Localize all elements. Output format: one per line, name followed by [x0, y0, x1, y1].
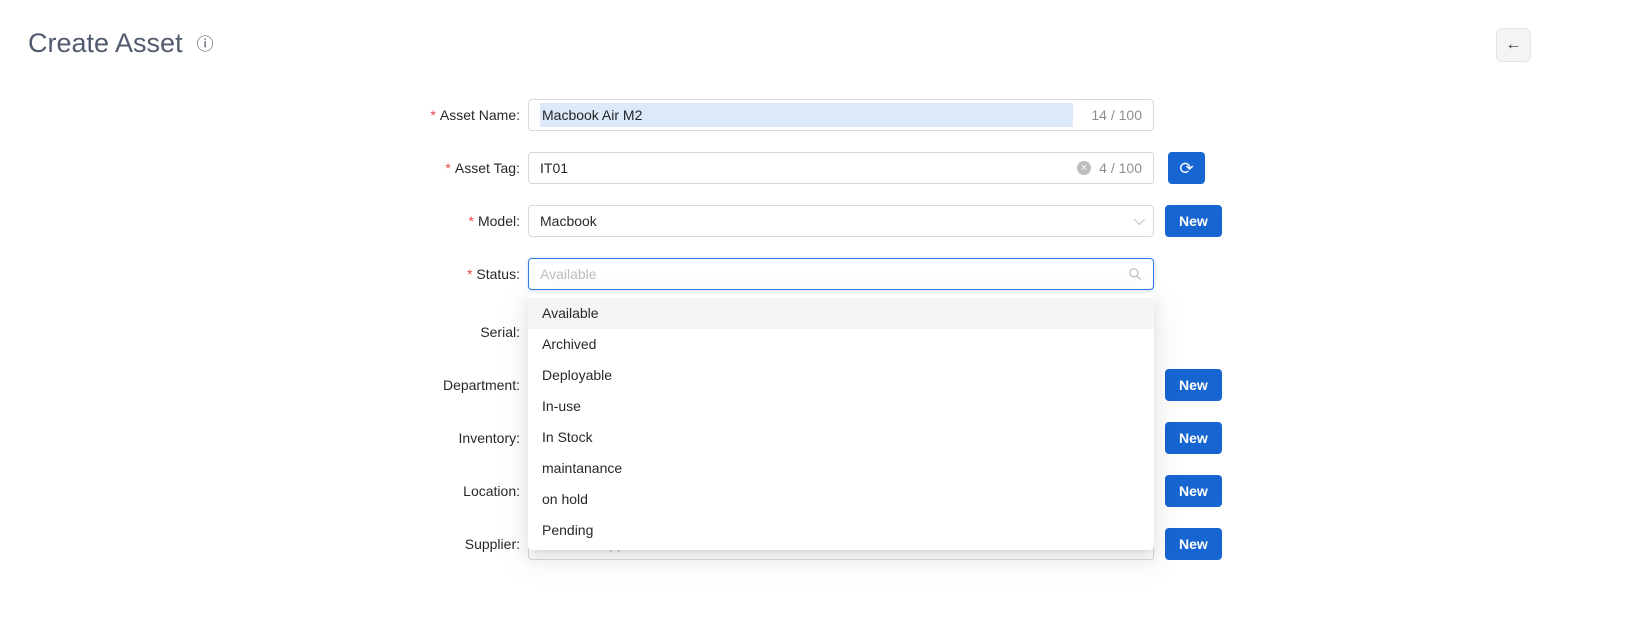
- status-option[interactable]: Deployable: [528, 360, 1154, 391]
- clear-icon[interactable]: ×: [1077, 161, 1091, 175]
- status-option[interactable]: In Stock: [528, 422, 1154, 453]
- asset-name-counter: 14 / 100: [1091, 107, 1142, 123]
- status-label-text: Status:: [476, 266, 520, 282]
- new-location-button[interactable]: New: [1165, 475, 1222, 507]
- status-option[interactable]: In-use: [528, 391, 1154, 422]
- status-placeholder: Available: [540, 266, 1120, 282]
- status-option[interactable]: Archived: [528, 329, 1154, 360]
- inventory-label: Inventory:: [0, 422, 520, 454]
- required-asterisk: *: [445, 160, 450, 176]
- department-label: Department:: [0, 369, 520, 401]
- model-row: *Model: Macbook New: [0, 205, 1649, 237]
- create-asset-page: Create Asset ⓘ ← * Asset Name: Macbook Ai…: [0, 0, 1649, 628]
- status-dropdown: Available Archived Deployable In-use In …: [528, 294, 1154, 550]
- supplier-label-text: Supplier:: [465, 536, 520, 552]
- supplier-label: Supplier:: [0, 528, 520, 560]
- status-option[interactable]: maintanance: [528, 453, 1154, 484]
- model-value: Macbook: [540, 213, 1126, 229]
- page-header: Create Asset ⓘ: [0, 0, 1649, 60]
- status-select[interactable]: Available: [528, 258, 1154, 290]
- asset-tag-counter: 4 / 100: [1099, 160, 1142, 176]
- asset-name-label: * Asset Name:: [0, 99, 520, 131]
- back-button[interactable]: ←: [1496, 28, 1531, 62]
- page-title: Create Asset: [28, 26, 183, 60]
- serial-label: Serial:: [0, 316, 520, 348]
- model-label-text: Model:: [478, 213, 520, 229]
- new-supplier-button[interactable]: New: [1165, 528, 1222, 560]
- asset-name-value: Macbook Air M2: [540, 103, 1073, 127]
- location-label-text: Location:: [463, 483, 520, 499]
- generate-asset-tag-button[interactable]: ⟳: [1168, 152, 1205, 184]
- status-option[interactable]: on hold: [528, 484, 1154, 515]
- search-icon: [1128, 267, 1142, 281]
- asset-name-row: * Asset Name: Macbook Air M2 14 / 100: [0, 99, 1649, 131]
- status-option[interactable]: Pending: [528, 515, 1154, 546]
- asset-tag-control: IT01 × 4 / 100: [528, 152, 1154, 184]
- asset-tag-label-text: Asset Tag:: [455, 160, 520, 176]
- status-control: Available Available Archived Deployable …: [528, 258, 1154, 290]
- asset-tag-value: IT01: [540, 160, 1069, 176]
- asset-name-input[interactable]: Macbook Air M2 14 / 100: [528, 99, 1154, 131]
- status-option[interactable]: Available: [528, 298, 1154, 329]
- asset-tag-row: * Asset Tag: IT01 × 4 / 100 ⟳: [0, 152, 1649, 184]
- asset-tag-label: * Asset Tag:: [0, 152, 520, 184]
- asset-name-control: Macbook Air M2 14 / 100: [528, 99, 1154, 131]
- model-select[interactable]: Macbook: [528, 205, 1154, 237]
- serial-label-text: Serial:: [480, 324, 520, 340]
- create-asset-form: * Asset Name: Macbook Air M2 14 / 100 * As…: [0, 99, 1649, 560]
- refresh-icon: ⟳: [1179, 159, 1193, 178]
- required-asterisk: *: [467, 266, 472, 282]
- status-label: *Status:: [0, 258, 520, 290]
- back-arrow-icon: ←: [1506, 36, 1522, 54]
- asset-tag-input[interactable]: IT01 × 4 / 100: [528, 152, 1154, 184]
- chevron-down-icon: [1134, 214, 1145, 225]
- new-model-button[interactable]: New: [1165, 205, 1222, 237]
- required-asterisk: *: [469, 213, 474, 229]
- department-label-text: Department:: [443, 377, 520, 393]
- new-inventory-button[interactable]: New: [1165, 422, 1222, 454]
- required-asterisk: *: [430, 107, 435, 123]
- inventory-label-text: Inventory:: [459, 430, 520, 446]
- status-row: *Status: Available Available Archived De…: [0, 258, 1649, 290]
- asset-name-label-text: Asset Name:: [440, 107, 520, 123]
- model-control: Macbook: [528, 205, 1154, 237]
- location-label: Location:: [0, 475, 520, 507]
- new-department-button[interactable]: New: [1165, 369, 1222, 401]
- model-label: *Model:: [0, 205, 520, 237]
- info-icon[interactable]: ⓘ: [197, 36, 214, 53]
